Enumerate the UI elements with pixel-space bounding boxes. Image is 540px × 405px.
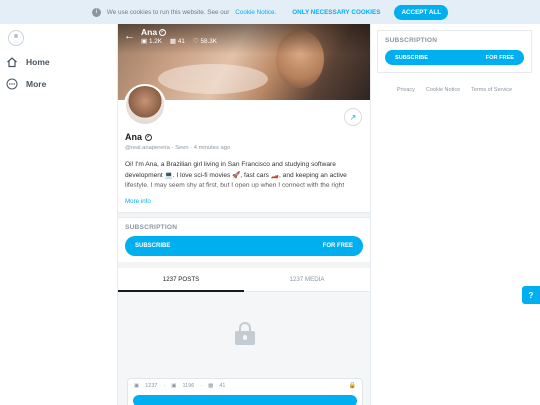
verified-icon: ✓ [159,28,167,36]
sidebar-item-home[interactable]: Home [6,56,96,68]
unlock-button[interactable] [133,395,357,405]
subscribe-price: FOR FREE [485,54,514,61]
sidebar-item-label: More [26,79,47,89]
sidebar-item-label: Home [26,57,50,67]
photos-count: 1.2K [148,38,162,45]
more-icon [6,78,18,90]
profile-name: Ana ✓ [125,132,363,142]
user-avatar-icon[interactable] [8,30,24,46]
share-button[interactable]: ↗ [344,108,362,126]
video-count: 41 [219,383,226,389]
only-necessary-button[interactable]: ONLY NECESSARY COOKIES [292,9,380,16]
photos-stat: ▣ 1.2K [141,38,162,45]
small-lock-icon: 🔒 [348,383,356,389]
tab-media[interactable]: 1237 MEDIA [244,268,370,291]
last-seen: Seen · 4 minutes ago [175,145,231,151]
info-icon: i [91,7,101,17]
profile-bio: Oi! I'm Ana, a Brazilian girl living in … [125,160,363,193]
subscribe-button[interactable]: SUBSCRIBE FOR FREE [385,50,524,65]
likes-stat: ♡ 58.3K [193,38,217,45]
subscription-box: SUBSCRIPTION SUBSCRIBE FOR FREE [377,30,532,73]
privacy-link[interactable]: Privacy [397,87,415,93]
right-sidebar: SUBSCRIPTION SUBSCRIBE FOR FREE Privacy … [377,30,532,93]
locked-post: ▣ 1237 · ▣ 1196 · ▩ 41 🔒 [118,292,370,405]
photo-icon: ▣ [171,383,177,389]
terms-link[interactable]: Terms of Service [471,87,512,93]
tab-posts[interactable]: 1237 POSTS [118,268,244,292]
home-icon [6,56,18,68]
video-icon: ▩ [208,383,214,389]
profile-stats: ▣ 1.2K ▩ 41 ♡ 58.3K [141,38,217,45]
avatar[interactable] [124,84,166,126]
heart-icon: ♡ [192,38,199,45]
profile-handle-line: @real.anapereira · Seen · 4 minutes ago [125,145,231,151]
profile-handle: @real.anapereira [125,145,170,151]
subscribe-label: SUBSCRIBE [135,243,171,249]
likes-count: 58.3K [200,38,218,45]
media-icon: ▣ [134,383,140,389]
cover-name-text: Ana [141,27,158,37]
videos-count: 41 [177,38,185,45]
photo-count: 1196 [182,383,195,389]
cookie-notice-link[interactable]: Cookie Notice [426,87,460,93]
sidebar-item-more[interactable]: More [6,78,96,90]
cookie-banner: i We use cookies to run this website. Se… [0,0,540,24]
profile-name-text: Ana [125,132,143,142]
subscribe-price: FOR FREE [322,243,353,249]
subscription-title: SUBSCRIPTION [125,224,178,231]
lock-icon [235,322,255,345]
footer-links: Privacy Cookie Notice Terms of Service [377,87,532,93]
locked-counts: ▣ 1237 · ▣ 1196 · ▩ 41 [134,383,226,389]
videos-stat: ▩ 41 [170,38,185,45]
accept-all-button[interactable]: ACCEPT ALL [394,4,449,20]
help-button[interactable]: ? [522,286,540,304]
help-icon: ? [528,290,534,300]
back-arrow-icon[interactable]: ← [124,30,135,42]
cookie-text: We use cookies to run this website. See … [106,8,230,16]
verified-icon: ✓ [145,133,153,141]
profile-column: ← Ana ✓ ▣ 1.2K ▩ 41 ♡ 58.3K ↗ Ana ✓ @rea… [117,24,371,405]
content-tabs: 1237 POSTS 1237 MEDIA [118,262,370,292]
subscribe-label: SUBSCRIBE [395,54,428,61]
share-icon: ↗ [349,112,357,122]
subscription-title: SUBSCRIPTION [385,37,438,44]
subscribe-button[interactable]: SUBSCRIBE FOR FREE [125,236,363,256]
more-info-link[interactable]: More info [125,198,363,205]
cookie-notice-link[interactable]: Cookie Notice. [235,9,276,16]
media-count: 1237 [145,383,158,389]
sidebar-nav: Home More [6,30,96,90]
photo-icon: ▣ [141,38,147,45]
subscription-section: SUBSCRIPTION SUBSCRIBE FOR FREE [118,218,370,262]
video-icon: ▩ [169,38,176,45]
cover-name: Ana ✓ [141,27,167,37]
locked-post-card: ▣ 1237 · ▣ 1196 · ▩ 41 🔒 [127,378,363,405]
